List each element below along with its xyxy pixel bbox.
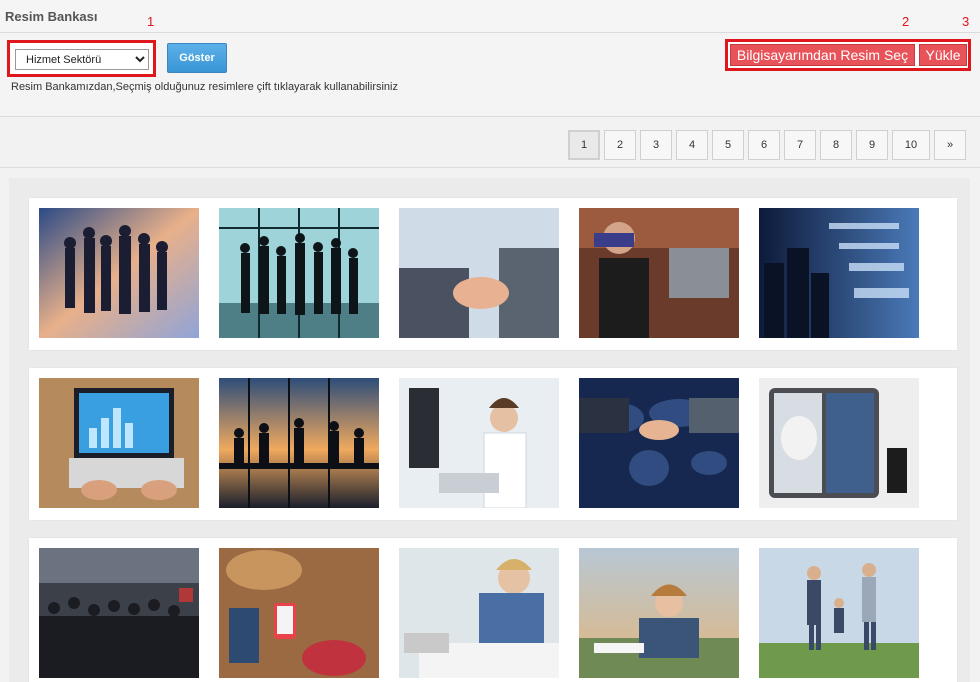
laptop-charts-image [39, 378, 199, 508]
page-5-button[interactable]: 5 [712, 130, 744, 160]
thumb-barista-woman[interactable] [579, 208, 739, 338]
choose-image-button[interactable]: Bilgisayarımdan Resim Seç [730, 44, 915, 66]
thumb-businesswoman-writing[interactable] [399, 548, 559, 678]
family-field-image [759, 548, 919, 678]
page-6-button[interactable]: 6 [748, 130, 780, 160]
thumb-world-map-handshake[interactable] [579, 378, 739, 508]
woman-outdoors-image [579, 548, 739, 678]
page-1-button[interactable]: 1 [568, 130, 600, 160]
suitcase-image [759, 378, 919, 508]
annotation-label-3: 3 [962, 14, 970, 29]
sector-select[interactable]: Hizmet Sektörü [15, 49, 149, 70]
next-page-button[interactable]: » [934, 130, 966, 160]
world-handshake-image [579, 378, 739, 508]
pagination: 1 2 3 4 5 6 7 8 9 10 » [568, 130, 966, 160]
gallery-row-2 [29, 368, 957, 520]
image-gallery [9, 178, 970, 682]
page-4-button[interactable]: 4 [676, 130, 708, 160]
upload-button[interactable]: Yükle [919, 44, 967, 66]
thumb-crowded-train-station[interactable] [39, 548, 199, 678]
thumb-business-handshake[interactable] [399, 208, 559, 338]
barista-image [579, 208, 739, 338]
toolbar: Hizmet Sektörü Göster Resim Bankamızdan,… [0, 33, 980, 117]
thumb-call-center-agent[interactable] [399, 378, 559, 508]
thumb-family-running-field[interactable] [759, 548, 919, 678]
page-title: Resim Bankası [5, 9, 98, 24]
usage-hint: Resim Bankamızdan,Seçmiş olduğunuz resim… [11, 81, 398, 93]
thumb-meeting-silhouettes-sunset[interactable] [219, 378, 379, 508]
annotation-label-2: 2 [902, 14, 910, 29]
page-9-button[interactable]: 9 [856, 130, 888, 160]
team-window-image [219, 208, 379, 338]
handshake-image [399, 208, 559, 338]
call-center-image [399, 378, 559, 508]
divider [0, 167, 980, 168]
page-10-button[interactable]: 10 [892, 130, 930, 160]
annotation-label-1: 1 [147, 14, 155, 29]
page-3-button[interactable]: 3 [640, 130, 672, 160]
finance-city-image [759, 208, 919, 338]
show-button[interactable]: Göster [167, 43, 227, 73]
meeting-sunset-image [219, 378, 379, 508]
thumb-travel-accessories-wood[interactable] [219, 548, 379, 678]
crowd-station-image [39, 548, 199, 678]
sector-select-highlight: Hizmet Sektörü [7, 40, 156, 77]
business-team-image [39, 208, 199, 338]
travel-accessories-image [219, 548, 379, 678]
page-8-button[interactable]: 8 [820, 130, 852, 160]
gallery-row-1 [29, 198, 957, 350]
gallery-row-3 [29, 538, 957, 682]
page-7-button[interactable]: 7 [784, 130, 816, 160]
thumb-business-team-silhouettes[interactable] [39, 208, 199, 338]
thumb-financial-numbers-city[interactable] [759, 208, 919, 338]
businesswoman-image [399, 548, 559, 678]
thumb-woman-relaxing-outdoors[interactable] [579, 548, 739, 678]
upload-controls-highlight: Bilgisayarımdan Resim Seç Yükle [725, 39, 971, 71]
thumb-open-suitcase-packing[interactable] [759, 378, 919, 508]
thumb-laptop-charts[interactable] [39, 378, 199, 508]
thumb-team-silhouettes-window[interactable] [219, 208, 379, 338]
page-2-button[interactable]: 2 [604, 130, 636, 160]
